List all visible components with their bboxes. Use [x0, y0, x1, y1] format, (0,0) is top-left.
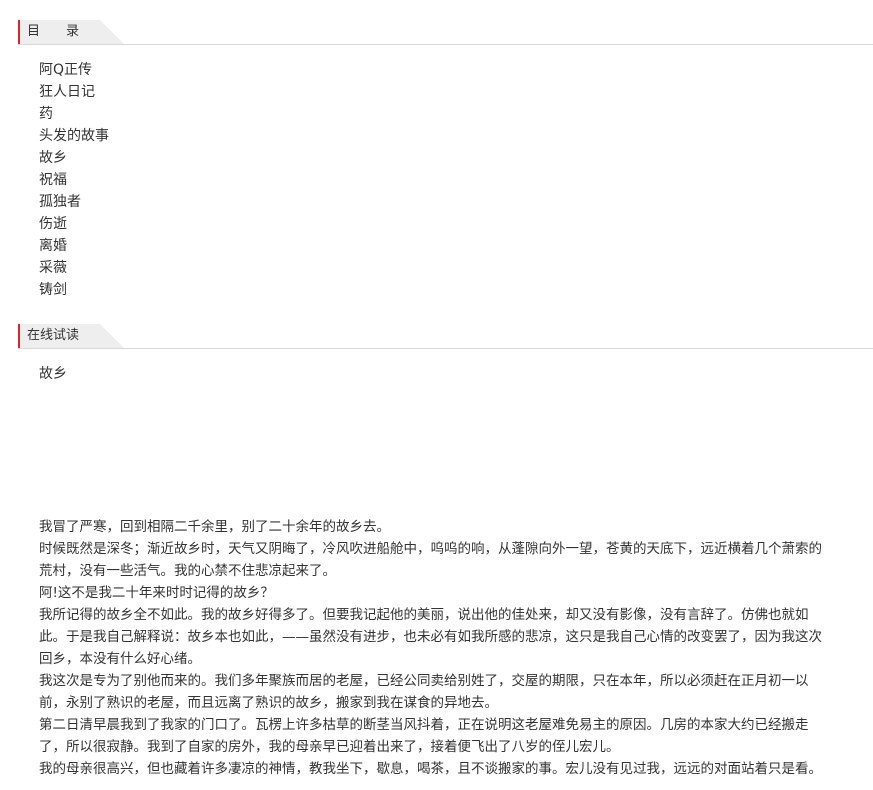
toc-item[interactable]: 离婚 — [39, 235, 109, 257]
text-line: 前，永别了熟识的老屋，而且远离了熟识的故乡，搬家到我在谋食的异地去。 — [39, 695, 498, 711]
toc-item[interactable]: 狂人日记 — [39, 81, 109, 103]
toc-item-label[interactable]: 头发的故事 — [39, 128, 109, 144]
toc-item-label[interactable]: 药 — [39, 106, 53, 122]
text-line: 阿!这不是我二十年来时时记得的故乡？ — [39, 585, 274, 601]
toc-item-label[interactable]: 狂人日记 — [39, 84, 95, 100]
text-line: 此。于是我自己解释说：故乡本也如此，——虽然没有进步，也未必有如我所感的悲凉，这… — [39, 629, 822, 645]
text-line: 荒村，没有一些活气。我的心禁不住悲凉起来了。 — [39, 563, 336, 579]
text-line: 了，所以很寂静。我到了自家的房外，我的母亲早已迎着出来了，接着便飞出了八岁的侄儿… — [39, 739, 620, 755]
toc-item[interactable]: 头发的故事 — [39, 125, 109, 147]
text-line: 时候既然是深冬；渐近故乡时，天气又阴晦了，冷风吹进船舱中，呜呜的响，从蓬隙向外一… — [39, 541, 822, 557]
toc-item[interactable]: 伤逝 — [39, 213, 109, 235]
toc-item-label[interactable]: 孤独者 — [39, 194, 81, 210]
toc-item[interactable]: 故乡 — [39, 147, 109, 169]
toc-item[interactable]: 祝福 — [39, 169, 109, 191]
toc-item[interactable]: 采薇 — [39, 257, 109, 279]
toc-title: 目 录 — [18, 20, 124, 44]
text-line: 我这次是专为了别他而来的。我们多年聚族而居的老屋，已经公同卖给别姓了，交屋的期限… — [39, 673, 809, 689]
online-reading-section-header: 在线试读 — [18, 324, 873, 349]
toc-item-label[interactable]: 阿Q正传 — [39, 62, 92, 78]
online-reading-title: 在线试读 — [18, 324, 124, 348]
toc-list: 阿Q正传 狂人日记 药 头发的故事 故乡 祝福 孤独者 伤逝 离婚 采薇 铸剑 — [39, 59, 109, 301]
toc-item[interactable]: 铸剑 — [39, 279, 109, 301]
toc-item-label[interactable]: 祝福 — [39, 172, 67, 188]
toc-item-label[interactable]: 故乡 — [39, 150, 67, 166]
toc-item-label[interactable]: 铸剑 — [39, 282, 67, 298]
text-line: 我冒了严寒，回到相隔二千余里，别了二十余年的故乡去。 — [39, 519, 390, 535]
toc-item[interactable]: 孤独者 — [39, 191, 109, 213]
text-line: 第二日清早晨我到了我家的门口了。瓦楞上许多枯草的断茎当风抖着，正在说明这老屋难免… — [39, 717, 809, 733]
text-line: 我所记得的故乡全不如此。我的故乡好得多了。但要我记起他的美丽，说出他的佳处来，却… — [39, 607, 809, 623]
toc-item-label[interactable]: 伤逝 — [39, 216, 67, 232]
toc-item[interactable]: 阿Q正传 — [39, 59, 109, 81]
chapter-title: 故乡 — [39, 366, 67, 382]
toc-item-label[interactable]: 采薇 — [39, 260, 67, 276]
toc-item-label[interactable]: 离婚 — [39, 238, 67, 254]
text-line: 我的母亲很高兴，但也藏着许多凄凉的神情，教我坐下，歇息，喝茶，且不谈搬家的事。宏… — [39, 761, 822, 777]
reading-content: 我冒了严寒，回到相隔二千余里，别了二十余年的故乡去。 时候既然是深冬；渐近故乡时… — [39, 516, 859, 780]
toc-item[interactable]: 药 — [39, 103, 109, 125]
toc-section-header: 目 录 — [18, 20, 873, 45]
text-line: 回乡，本没有什么好心绪。 — [39, 651, 201, 667]
